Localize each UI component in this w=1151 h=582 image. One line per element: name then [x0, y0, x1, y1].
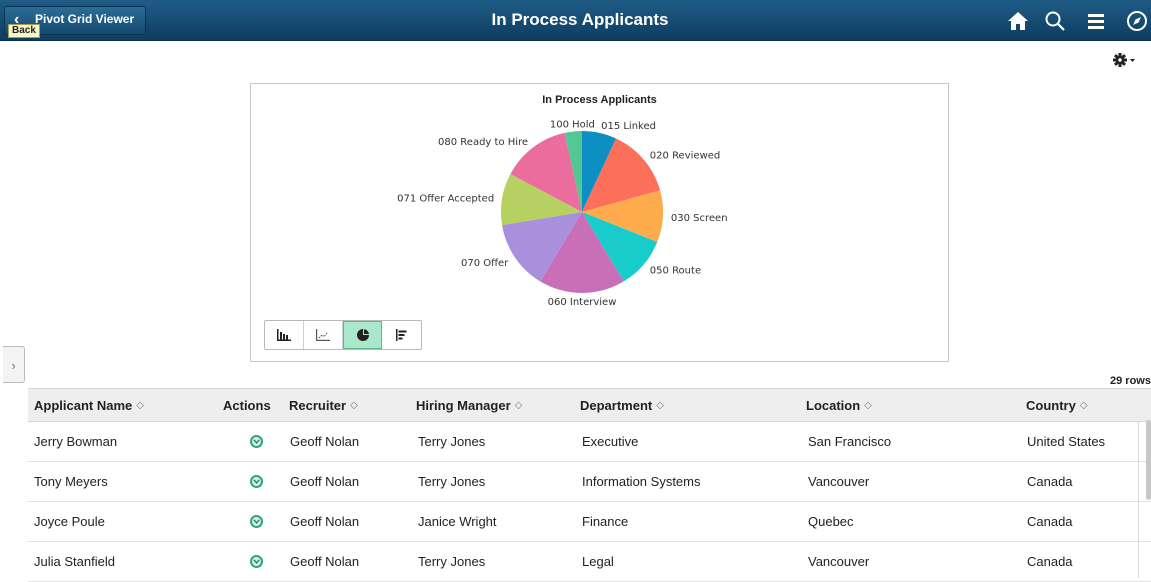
location-cell: Vancouver [808, 554, 870, 569]
location-cell: Quebec [808, 514, 854, 529]
sort-icon: ◇ [514, 399, 523, 411]
recruiter-cell: Geoff Nolan [290, 474, 360, 489]
sort-icon: ◇ [864, 399, 872, 411]
chevron-down-circle-icon [250, 435, 263, 448]
search-icon[interactable] [1044, 10, 1066, 32]
horizontal-bar-chart-icon[interactable] [382, 321, 421, 349]
sort-icon: ◇ [1079, 399, 1088, 411]
side-panel-toggle[interactable]: › [3, 346, 25, 383]
chevron-down-circle-icon [250, 555, 263, 568]
page-title: In Process Applicants [491, 10, 669, 29]
table-row: Julia Stanfield Geoff Nolan Terry Jones … [28, 542, 1151, 582]
pie-slice-label: 070 Offer [461, 258, 509, 269]
bar-chart-icon[interactable] [265, 321, 304, 349]
hiring-manager-cell: Terry Jones [418, 554, 486, 569]
chevron-right-icon: › [11, 358, 16, 373]
row-actions-button[interactable] [250, 542, 263, 581]
applicant-name-cell: Joyce Poule [34, 514, 105, 529]
navigator-icon[interactable] [1126, 10, 1148, 32]
country-cell: Canada [1027, 514, 1073, 529]
applicant-name-cell: Julia Stanfield [34, 554, 115, 569]
grid-scroll-track [1138, 422, 1139, 578]
grid-header: Applicant Name ◇ Actions Recruiter ◇ Hirin… [28, 388, 1151, 422]
column-header-applicant-name[interactable]: Applicant Name ◇ [34, 389, 144, 421]
gear-icon[interactable] [1112, 52, 1136, 68]
column-header-location[interactable]: Location ◇ [806, 389, 872, 421]
department-cell: Executive [582, 434, 639, 449]
pie-slice-label: 050 Route [650, 266, 701, 277]
hiring-manager-cell: Janice Wright [418, 514, 497, 529]
applicant-name-cell: Jerry Bowman [34, 434, 118, 449]
country-cell: United States [1027, 434, 1106, 449]
applicant-name-cell: Tony Meyers [34, 474, 108, 489]
chevron-down-circle-icon [250, 515, 263, 528]
column-header-actions: Actions [223, 397, 271, 413]
pie-chart-icon[interactable] [343, 321, 382, 349]
column-header-hiring-manager[interactable]: Hiring Manager ◇ [416, 389, 522, 421]
pie-slice-label: 020 Reviewed [650, 150, 720, 161]
hiring-manager-cell: Terry Jones [418, 474, 486, 489]
country-cell: Canada [1027, 554, 1073, 569]
pie-slice-label: 071 Offer Accepted [397, 194, 494, 205]
line-chart-icon[interactable] [304, 321, 343, 349]
country-cell: Canada [1027, 474, 1073, 489]
department-cell: Legal [582, 554, 614, 569]
pie-slice-label: 100 Hold [550, 120, 595, 131]
column-header-department[interactable]: Department ◇ [580, 389, 664, 421]
menu-icon[interactable] [1085, 10, 1107, 32]
row-count: 29 rows [1110, 375, 1151, 387]
header-bar: ‹ Pivot Grid Viewer Back In Process Appl… [0, 0, 1151, 41]
table-row: Jerry Bowman Geoff Nolan Terry Jones Exe… [28, 422, 1151, 462]
chevron-down-circle-icon [250, 475, 263, 488]
pie-slice-label: 030 Screen [671, 213, 728, 224]
column-header-country[interactable]: Country ◇ [1026, 389, 1088, 421]
row-actions-button[interactable] [250, 422, 263, 461]
pie-slice-label: 060 Interview [548, 297, 617, 308]
row-actions-button[interactable] [250, 502, 263, 541]
department-cell: Information Systems [582, 474, 701, 489]
recruiter-cell: Geoff Nolan [290, 554, 360, 569]
grid-scrollbar[interactable] [1146, 420, 1151, 500]
table-row: Tony Meyers Geoff Nolan Terry Jones Info… [28, 462, 1151, 502]
recruiter-cell: Geoff Nolan [290, 514, 360, 529]
back-button-label: Pivot Grid Viewer [35, 12, 135, 26]
chart-type-selector [264, 320, 422, 350]
pie-slice-label: 080 Ready to Hire [438, 137, 528, 148]
back-tooltip: Back [8, 24, 40, 38]
sort-icon: ◇ [136, 399, 144, 411]
recruiter-cell: Geoff Nolan [290, 434, 360, 449]
table-row: Joyce Poule Geoff Nolan Janice Wright Fi… [28, 502, 1151, 542]
home-icon[interactable] [1007, 10, 1029, 32]
chart-panel: In Process Applicants 015 Linked 020 Revi… [250, 83, 949, 362]
row-actions-button[interactable] [250, 462, 263, 501]
sort-icon: ◇ [656, 399, 664, 411]
pie-slice-label: 015 Linked [601, 121, 656, 132]
hiring-manager-cell: Terry Jones [418, 434, 486, 449]
column-header-recruiter[interactable]: Recruiter ◇ [289, 389, 358, 421]
location-cell: Vancouver [808, 474, 870, 489]
location-cell: San Francisco [808, 434, 892, 449]
department-cell: Finance [582, 514, 629, 529]
sort-icon: ◇ [350, 399, 358, 411]
results-grid: Applicant Name ◇ Actions Recruiter ◇ Hirin… [28, 388, 1151, 582]
